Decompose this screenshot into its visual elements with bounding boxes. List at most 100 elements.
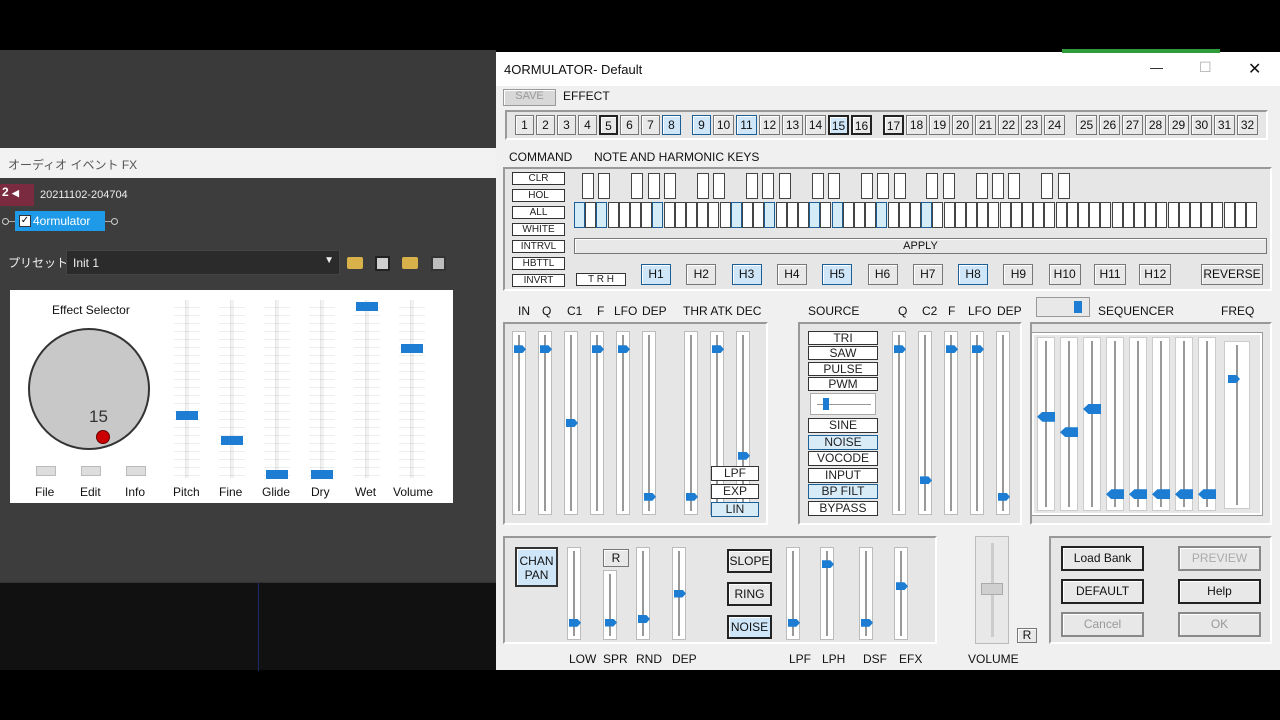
white-key[interactable] (775, 202, 787, 228)
white-key[interactable] (932, 202, 944, 228)
host-edit-button[interactable] (81, 466, 101, 476)
cmd-hbttl-button[interactable]: HBTTL (512, 257, 565, 270)
preview-button[interactable]: PREVIEW (1178, 546, 1261, 571)
white-key[interactable] (921, 202, 933, 228)
white-key[interactable] (1055, 202, 1067, 228)
white-key[interactable] (1246, 202, 1257, 228)
effect-27-button[interactable]: 27 (1122, 115, 1143, 135)
sequencer-mini-slider[interactable] (1036, 297, 1090, 317)
effect-19-button[interactable]: 19 (929, 115, 950, 135)
harmonic-h12-button[interactable]: H12 (1139, 264, 1172, 285)
harmonic-h5-button[interactable]: H5 (822, 264, 853, 285)
white-key[interactable] (831, 202, 843, 228)
host-slider-thumb-4[interactable] (356, 302, 378, 311)
effect-17-button[interactable]: 17 (883, 115, 904, 135)
black-key[interactable] (811, 173, 824, 199)
host-slider-thumb-2[interactable] (266, 470, 288, 479)
effect-12-button[interactable]: 12 (759, 115, 780, 135)
effect-24-button[interactable]: 24 (1044, 115, 1065, 135)
white-key[interactable] (1134, 202, 1145, 228)
mode-input-button[interactable]: INPUT (808, 467, 878, 483)
effect-3-button[interactable]: 3 (557, 115, 576, 135)
black-key[interactable] (860, 173, 873, 199)
white-key[interactable] (585, 202, 597, 228)
white-key[interactable] (708, 202, 720, 228)
env-lin-button[interactable]: LIN (711, 502, 759, 517)
white-key[interactable] (842, 202, 854, 228)
pwm-slider[interactable] (810, 393, 876, 415)
bottom-ring-button[interactable]: RING (727, 582, 772, 606)
minimize-icon[interactable]: — (1150, 60, 1163, 75)
save-as-folder-icon[interactable] (402, 257, 418, 269)
white-key[interactable] (686, 202, 697, 228)
white-key[interactable] (764, 202, 776, 228)
volume-slider[interactable] (975, 536, 1009, 644)
black-key[interactable] (778, 173, 791, 199)
white-key[interactable] (820, 202, 832, 228)
black-key[interactable] (647, 173, 660, 199)
effect-9-button[interactable]: 9 (692, 115, 711, 135)
effect-23-button[interactable]: 23 (1021, 115, 1042, 135)
maximize-icon[interactable]: ☐ (1199, 59, 1212, 76)
black-key[interactable] (713, 173, 726, 199)
white-key[interactable] (1178, 202, 1190, 228)
white-key[interactable] (1212, 202, 1224, 228)
mode-noise-button[interactable]: NOISE (808, 434, 878, 450)
white-key[interactable] (954, 202, 966, 228)
host-info-button[interactable] (126, 466, 146, 476)
close-icon[interactable]: ✕ (1248, 59, 1261, 79)
white-key[interactable] (753, 202, 765, 228)
reverse-button[interactable]: REVERSE (1201, 264, 1263, 285)
white-key[interactable] (1201, 202, 1213, 228)
white-key[interactable] (630, 202, 641, 228)
white-key[interactable] (943, 202, 955, 228)
mode-sine-button[interactable]: SINE (808, 418, 878, 433)
white-key[interactable] (596, 202, 608, 228)
help-button[interactable]: Help (1178, 579, 1261, 604)
white-key[interactable] (1167, 202, 1179, 228)
effect-32-button[interactable]: 32 (1237, 115, 1258, 135)
effect-1-button[interactable]: 1 (515, 115, 534, 135)
volume-r-button[interactable]: R (1017, 628, 1037, 643)
harmonic-h2-button[interactable]: H2 (686, 264, 717, 285)
cmd-hol-button[interactable]: HOL (512, 189, 565, 202)
env-lpf-button[interactable]: LPF (711, 466, 759, 481)
black-key[interactable] (975, 173, 988, 199)
host-slider-thumb-1[interactable] (221, 436, 243, 446)
black-key[interactable] (926, 173, 939, 199)
host-file-button[interactable] (36, 466, 56, 476)
default-button[interactable]: DEFAULT (1061, 579, 1144, 604)
effect-20-button[interactable]: 20 (952, 115, 973, 135)
effect-5-button[interactable]: 5 (599, 115, 618, 135)
white-key[interactable] (652, 202, 664, 228)
white-key[interactable] (798, 202, 809, 228)
effect-6-button[interactable]: 6 (620, 115, 639, 135)
white-key[interactable] (1234, 202, 1246, 228)
mode-bypass-button[interactable]: BYPASS (808, 500, 878, 516)
harmonic-h10-button[interactable]: H10 (1048, 264, 1081, 285)
effect-28-button[interactable]: 28 (1145, 115, 1166, 135)
harmonic-h6-button[interactable]: H6 (867, 264, 898, 285)
white-key[interactable] (887, 202, 899, 228)
black-key[interactable] (828, 173, 840, 199)
white-key[interactable] (674, 202, 686, 228)
bottom-noise-button[interactable]: NOISE (727, 615, 772, 639)
open-folder-icon[interactable] (347, 257, 363, 269)
effect-7-button[interactable]: 7 (641, 115, 660, 135)
white-key[interactable] (641, 202, 653, 228)
host-slider-thumb-5[interactable] (401, 344, 423, 353)
harmonic-h7-button[interactable]: H7 (912, 264, 943, 285)
white-key[interactable] (966, 202, 977, 228)
white-key[interactable] (865, 202, 877, 228)
black-key[interactable] (664, 173, 676, 199)
env-exp-button[interactable]: EXP (711, 484, 759, 499)
cmd-invrt-button[interactable]: INVRT (512, 274, 565, 287)
white-key[interactable] (1145, 202, 1157, 228)
harmonic-h11-button[interactable]: H11 (1094, 264, 1126, 285)
white-key[interactable] (742, 202, 753, 228)
white-key[interactable] (663, 202, 675, 228)
effect-31-button[interactable]: 31 (1214, 115, 1235, 135)
white-key[interactable] (999, 202, 1011, 228)
effect-25-button[interactable]: 25 (1076, 115, 1097, 135)
harmonic-h9-button[interactable]: H9 (1003, 264, 1034, 285)
